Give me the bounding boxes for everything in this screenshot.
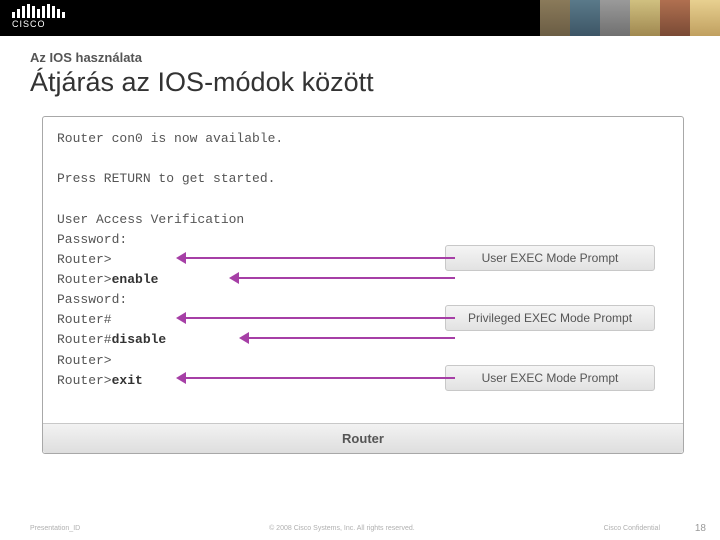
page-number: 18 bbox=[695, 523, 706, 534]
presentation-id: Presentation_ID bbox=[30, 525, 80, 532]
router-label-box: Router bbox=[43, 423, 683, 453]
header-people-strip bbox=[540, 0, 720, 36]
terminal-panel: Router con0 is now available. Press RETU… bbox=[42, 116, 684, 454]
footer: Presentation_ID © 2008 Cisco Systems, In… bbox=[0, 525, 720, 532]
arrow-icon bbox=[180, 257, 455, 259]
logo-bars-icon bbox=[12, 4, 65, 18]
page-title: Átjárás az IOS-módok között bbox=[30, 67, 690, 98]
top-bar: CISCO bbox=[0, 0, 720, 36]
arrow-icon bbox=[180, 377, 455, 379]
cisco-logo: CISCO bbox=[12, 4, 65, 29]
section-label: Az IOS használata bbox=[30, 50, 690, 65]
callout-privileged-exec: Privileged EXEC Mode Prompt bbox=[445, 305, 655, 331]
confidential-label: Cisco Confidential bbox=[604, 525, 660, 532]
arrow-icon bbox=[180, 317, 455, 319]
copyright: © 2008 Cisco Systems, Inc. All rights re… bbox=[80, 525, 603, 532]
arrow-icon bbox=[243, 337, 455, 339]
callout-user-exec-2: User EXEC Mode Prompt bbox=[445, 365, 655, 391]
callout-user-exec-1: User EXEC Mode Prompt bbox=[445, 245, 655, 271]
arrow-icon bbox=[233, 277, 455, 279]
logo-text: CISCO bbox=[12, 19, 65, 29]
